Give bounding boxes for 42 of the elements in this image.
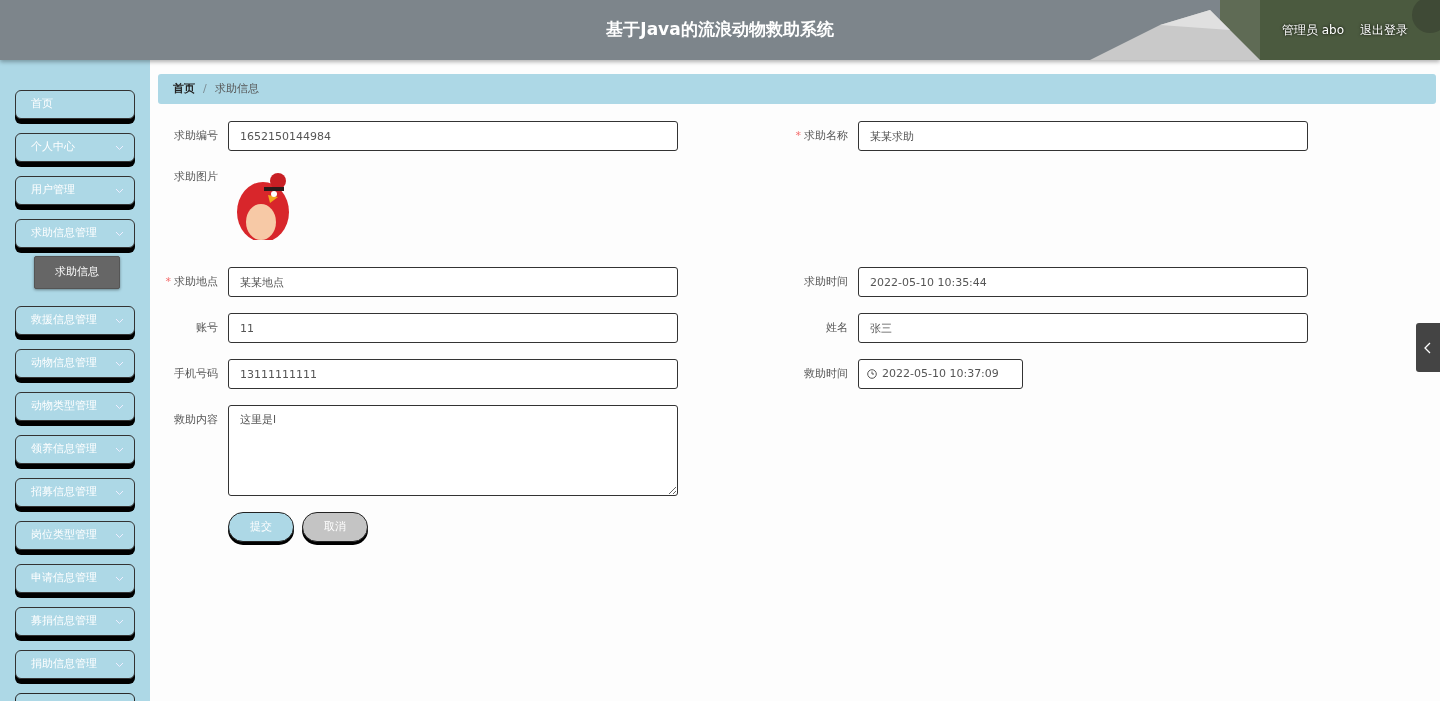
input-field[interactable]: 13111111111: [228, 359, 678, 389]
chevron-down-icon: [115, 532, 124, 539]
chevron-left-icon: [1424, 341, 1432, 354]
chevron-down-icon: [115, 144, 124, 151]
submenu-item[interactable]: 求助信息: [34, 256, 120, 289]
input-field[interactable]: 某某求助: [858, 121, 1308, 151]
text-area[interactable]: 这里是l: [228, 405, 678, 496]
breadcrumb-separator: /: [203, 80, 207, 97]
chevron-down-icon: [115, 489, 124, 496]
field-label: 手机号码: [173, 366, 218, 382]
field-label: 求助时间: [803, 274, 848, 290]
submit-button[interactable]: 提交: [228, 512, 294, 542]
chevron-down-icon: [115, 661, 124, 668]
collapse-tab[interactable]: [1416, 323, 1440, 372]
field-label: 求助图片: [173, 169, 218, 185]
field-label: 求助编号: [173, 128, 218, 144]
logout-link[interactable]: 退出登录: [1360, 21, 1408, 39]
field-label: * 求助名称: [794, 128, 848, 144]
chevron-down-icon: [115, 360, 124, 367]
clock-icon: [867, 369, 877, 379]
breadcrumb-item: 求助信息: [214, 80, 259, 97]
user-label: 管理员 abo: [1281, 22, 1344, 39]
breadcrumb-item[interactable]: 首页: [173, 80, 195, 98]
chevron-down-icon: [115, 403, 124, 410]
field-label: * 求助地点: [164, 274, 218, 290]
input-field[interactable]: 某某地点: [228, 267, 678, 297]
input-field[interactable]: 2022-05-10 10:35:44: [858, 267, 1308, 297]
chevron-down-icon: [115, 575, 124, 582]
field-label: 救助内容: [173, 412, 218, 428]
field-label: 姓名: [825, 320, 848, 336]
input-field[interactable]: 张三: [858, 313, 1308, 343]
date-time-field[interactable]: 2022-05-10 10:37:09: [858, 359, 1023, 389]
chevron-down-icon: [115, 446, 124, 453]
app-title: 基于Java的流浪动物救助系统: [606, 18, 834, 42]
field-label: 救助时间: [803, 366, 848, 382]
chevron-down-icon: [115, 618, 124, 625]
field-label: 账号: [195, 320, 218, 336]
chevron-down-icon: [115, 317, 124, 324]
input-field[interactable]: 1652150144984: [228, 121, 678, 151]
chevron-down-icon: [115, 230, 124, 237]
input-field[interactable]: 11: [228, 313, 678, 343]
chevron-down-icon: [115, 187, 124, 194]
